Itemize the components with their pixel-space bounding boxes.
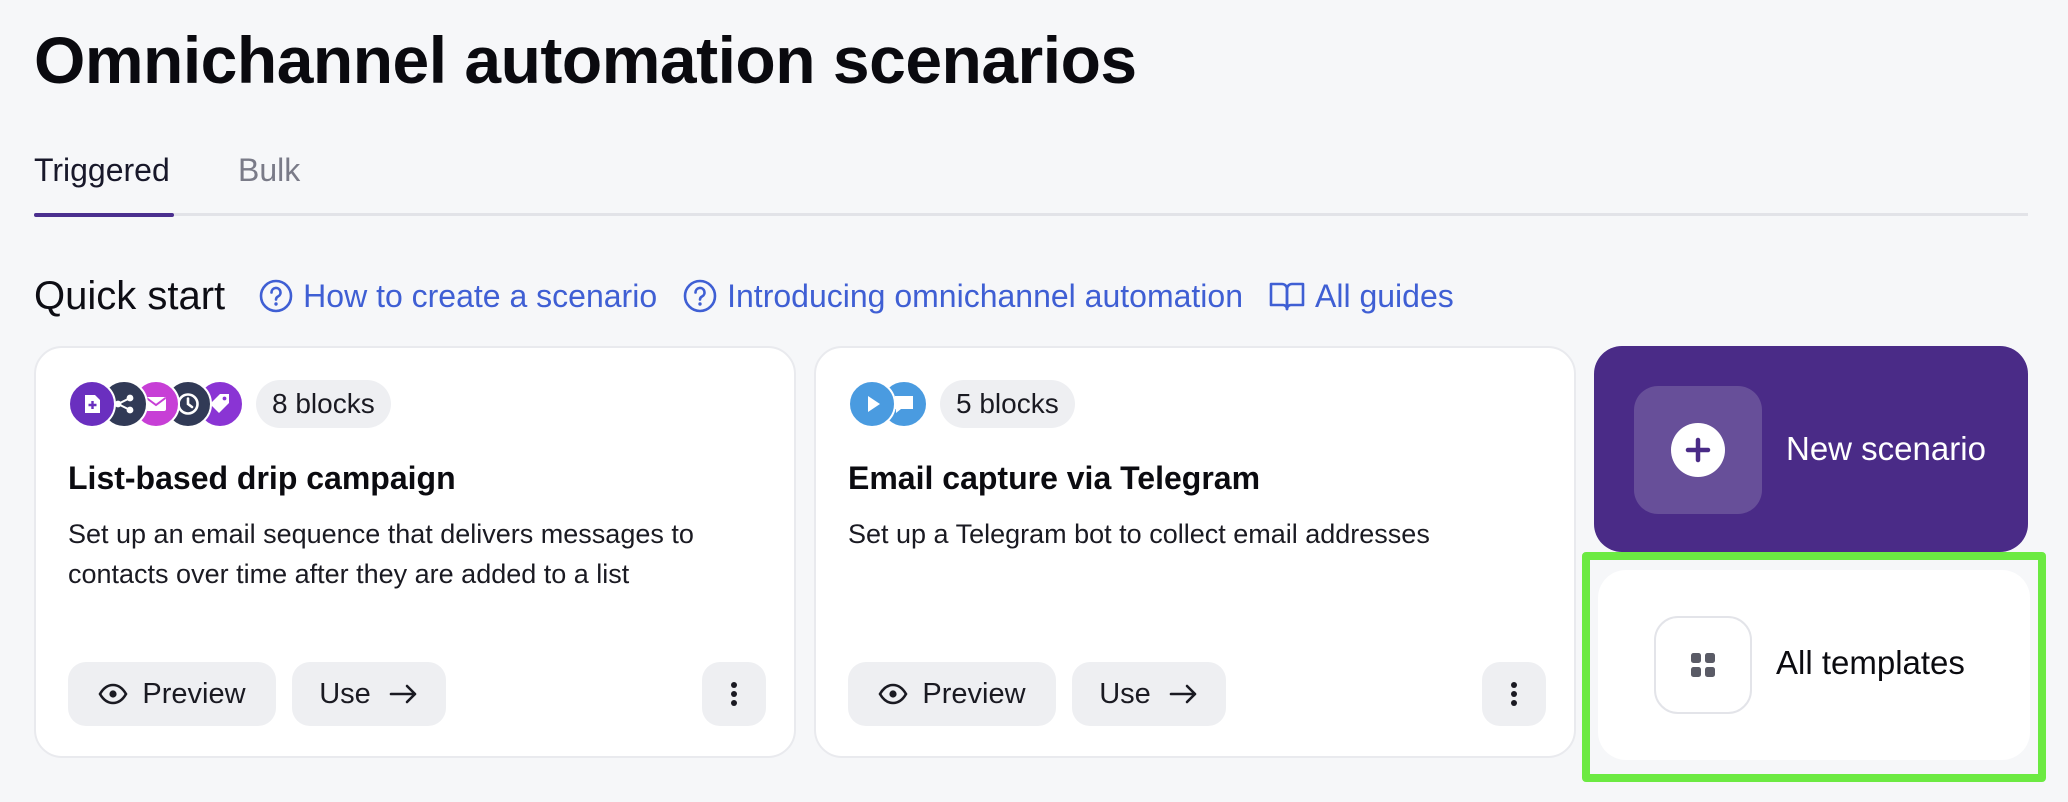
arrow-right-icon	[389, 684, 417, 704]
preview-label: Preview	[922, 677, 1026, 710]
add-contact-icon	[68, 380, 116, 428]
use-button[interactable]: Use	[292, 662, 446, 726]
link-label: How to create a scenario	[303, 277, 658, 314]
card-title: List-based drip campaign	[68, 460, 456, 496]
card-description: Set up a Telegram bot to collect email a…	[848, 519, 1430, 549]
card-description: Set up an email sequence that delivers m…	[68, 519, 694, 589]
tab-bulk[interactable]: Bulk	[238, 152, 300, 189]
open-book-icon	[1269, 282, 1305, 311]
eye-icon	[878, 683, 908, 705]
grid-icon	[1691, 653, 1715, 677]
introducing-omnichannel-link[interactable]: Introducing omnichannel automation	[683, 278, 1243, 315]
use-label: Use	[1099, 677, 1151, 710]
link-label: All guides	[1315, 277, 1454, 314]
preview-button[interactable]: Preview	[68, 662, 276, 726]
all-templates-icon-box	[1654, 616, 1752, 714]
eye-icon	[98, 683, 128, 705]
tab-label: Bulk	[238, 152, 301, 188]
scenario-card-telegram-capture[interactable]: 5 blocks Email capture via Telegram Set …	[814, 346, 1576, 758]
tab-label: Triggered	[34, 152, 170, 188]
blocks-count-badge: 5 blocks	[940, 380, 1075, 428]
scenario-card-drip-campaign[interactable]: 8 blocks List-based drip campaign Set up…	[34, 346, 796, 758]
help-circle-icon	[259, 279, 293, 313]
preview-label: Preview	[142, 677, 246, 710]
plus-circle-icon	[1671, 423, 1725, 477]
tab-triggered[interactable]: Triggered	[34, 152, 174, 217]
new-scenario-icon-box	[1634, 386, 1762, 514]
help-circle-icon	[683, 279, 717, 313]
card-title: Email capture via Telegram	[848, 460, 1261, 496]
preview-button[interactable]: Preview	[848, 662, 1056, 726]
more-vertical-icon	[1511, 682, 1517, 706]
new-scenario-label: New scenario	[1786, 430, 1986, 467]
active-tab-indicator	[34, 213, 174, 217]
block-icons: 5 blocks	[848, 380, 1075, 428]
use-button[interactable]: Use	[1072, 662, 1226, 726]
more-options-button[interactable]	[702, 662, 766, 726]
blocks-count-badge: 8 blocks	[256, 380, 391, 428]
page-title: Omnichannel automation scenarios	[34, 23, 1137, 97]
more-options-button[interactable]	[1482, 662, 1546, 726]
more-vertical-icon	[731, 682, 737, 706]
play-icon	[848, 380, 896, 428]
all-templates-button[interactable]: All templates	[1598, 570, 2030, 760]
all-guides-link[interactable]: All guides	[1269, 278, 1454, 315]
quick-start-title: Quick start	[34, 273, 226, 318]
block-icons: 8 blocks	[68, 380, 391, 428]
use-label: Use	[319, 677, 371, 710]
arrow-right-icon	[1169, 684, 1197, 704]
link-label: Introducing omnichannel automation	[727, 277, 1243, 314]
all-templates-label: All templates	[1776, 644, 1965, 681]
how-to-create-scenario-link[interactable]: How to create a scenario	[259, 278, 657, 315]
quick-start-bar: Quick start How to create a scenario Int…	[34, 268, 1480, 324]
page: Omnichannel automation scenarios Trigger…	[0, 0, 2068, 802]
new-scenario-button[interactable]: New scenario	[1594, 346, 2028, 552]
tab-bar: Triggered Bulk	[34, 142, 2028, 217]
